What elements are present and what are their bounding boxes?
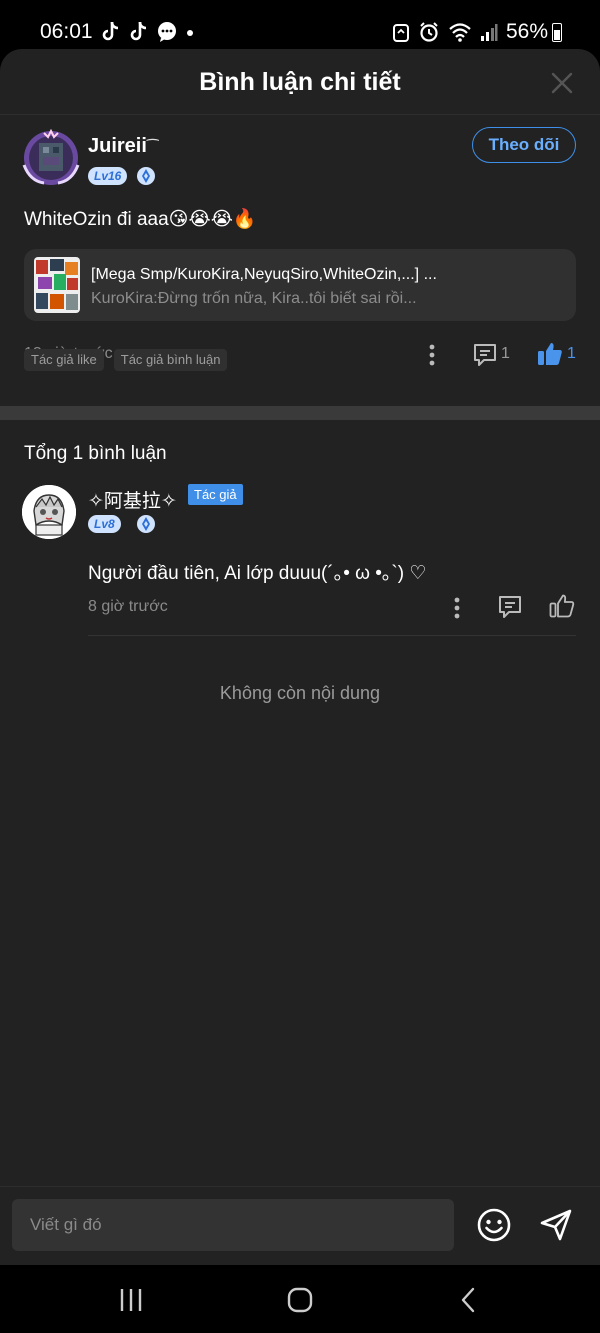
level-badge: Lv8 (88, 515, 121, 533)
reply-icon[interactable] (472, 342, 498, 368)
more-icon[interactable] (453, 596, 461, 620)
post-thumbnail (34, 257, 80, 313)
avatar[interactable] (22, 485, 76, 539)
thumbs-up-icon[interactable] (549, 593, 575, 619)
recycle-icon (392, 24, 409, 42)
more-icon[interactable] (428, 343, 436, 367)
comment-input[interactable] (12, 1199, 454, 1251)
message-icon (158, 22, 176, 42)
comment-username[interactable]: Juireii⁀ (88, 135, 159, 158)
send-icon[interactable] (538, 1207, 574, 1243)
avatar[interactable] (22, 128, 80, 187)
reply-username[interactable]: ✧阿基拉✧ (88, 486, 177, 513)
emoji-icon[interactable] (476, 1207, 512, 1243)
system-status-icons: 56% (392, 20, 548, 44)
verified-icon (137, 515, 155, 533)
comment-text: WhiteOzin đi aaa😘😭😭🔥 (24, 209, 257, 230)
thumbs-up-icon[interactable] (537, 341, 563, 367)
end-of-list-label: Không còn nội dung (219, 683, 381, 703)
home-icon[interactable] (285, 1285, 315, 1315)
reply-count: 1 (501, 345, 510, 362)
wifi-icon (449, 23, 471, 42)
page-title: Bình luận chi tiết (199, 68, 401, 96)
recent-apps-icon[interactable] (116, 1285, 146, 1315)
tag-author-like: Tác giả like (24, 349, 104, 371)
battery-icon (552, 23, 562, 42)
total-replies-label: Tổng 1 bình luận (24, 443, 167, 464)
comment-detail-sheet: Bình luận chi tiết Juireii⁀ Lv16 Theo dõ… (0, 49, 600, 1265)
level-badge: Lv16 (88, 167, 128, 185)
tiktok-icon (102, 21, 119, 41)
reply-time: 8 giờ trước (88, 598, 168, 615)
battery-level (554, 30, 560, 40)
tiktok-icon (130, 21, 147, 41)
post-title: [Mega Smp/KuroKira,NeyuqSiro,WhiteOzin,.… (91, 266, 437, 283)
dot-icon (187, 30, 193, 36)
close-icon[interactable] (550, 71, 574, 95)
post-excerpt: KuroKira:Đừng trốn nữa, Kira..tôi biết s… (91, 290, 417, 307)
author-tags: Tác giả like Tác giả bình luận (24, 349, 228, 371)
signal-icon (480, 24, 498, 41)
reply-divider (88, 635, 576, 636)
battery-percent: 56% (505, 20, 548, 43)
follow-button[interactable]: Theo dõi (472, 127, 576, 163)
section-divider (0, 406, 600, 420)
verified-icon (137, 167, 155, 185)
reply-icon[interactable] (497, 594, 523, 620)
tag-author-comment: Tác giả bình luận (113, 349, 228, 371)
back-icon[interactable] (454, 1285, 484, 1315)
status-time: 06:01 (40, 20, 93, 43)
referenced-post-card[interactable]: [Mega Smp/KuroKira,NeyuqSiro,WhiteOzin,.… (24, 249, 576, 321)
alarm-icon (420, 22, 438, 42)
comment-input-bar (0, 1186, 600, 1265)
reply-text: Người đầu tiên, Ai lớp duuu(´｡• ω •｡`) ♡ (88, 563, 427, 584)
system-nav-bar (0, 1265, 600, 1333)
username-text: Juireii (88, 135, 147, 157)
sheet-header: Bình luận chi tiết (0, 49, 600, 115)
author-badge: Tác giả (188, 484, 243, 505)
like-count: 1 (567, 345, 576, 362)
notification-icons (100, 20, 196, 44)
decoration-icon: ⁀ (146, 139, 159, 155)
